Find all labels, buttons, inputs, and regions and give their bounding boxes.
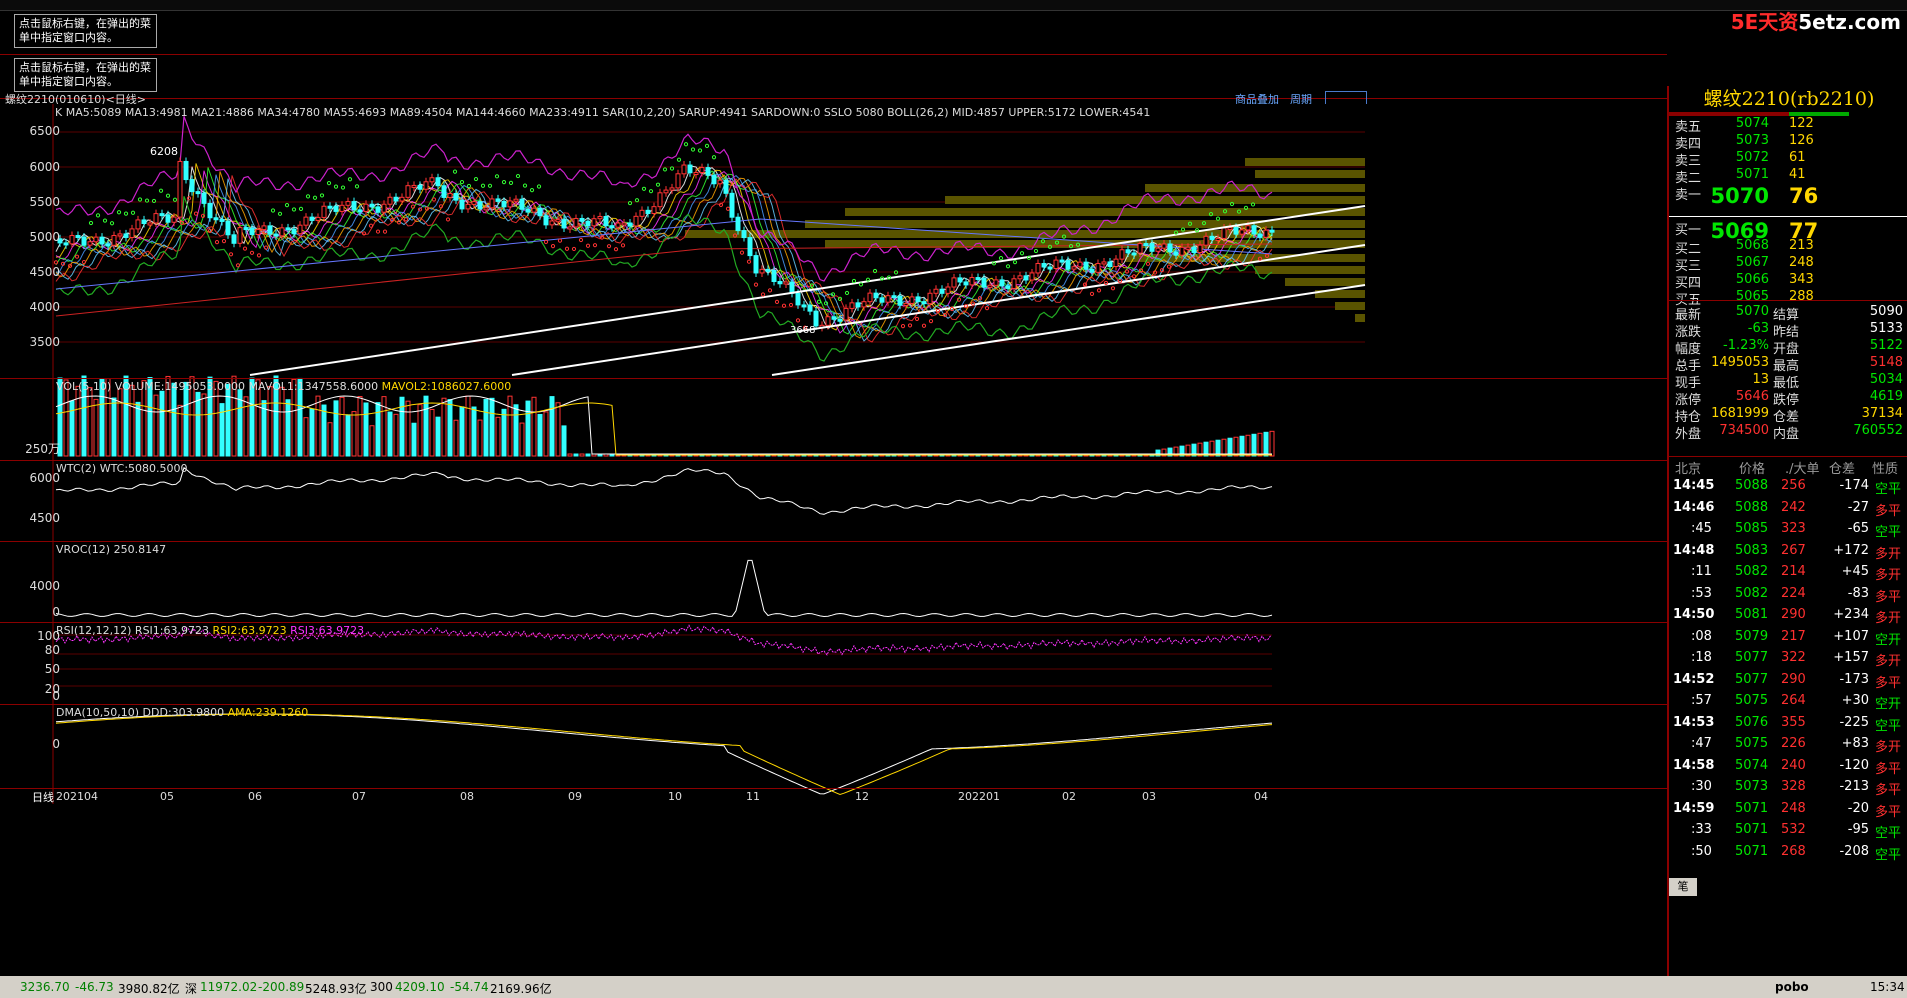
vroc-y1: 4000 bbox=[29, 579, 60, 593]
x-label: 05 bbox=[160, 790, 174, 803]
x-label: 07 bbox=[352, 790, 366, 803]
tick-row: 14:53 5076 355 -225 空平 bbox=[1673, 714, 1902, 734]
tick-row: :33 5071 532 -95 空平 bbox=[1691, 822, 1902, 841]
dma-title: DMA(10,50,10) DDD:303.9800 AMA:239.1260 bbox=[56, 706, 309, 719]
peak-label: 6208 bbox=[150, 145, 178, 158]
tick-row: :53 5082 224 -83 多平 bbox=[1691, 585, 1902, 605]
tick-row: :57 5075 264 +30 空开 bbox=[1691, 693, 1902, 712]
y-5500: 5500 bbox=[29, 195, 60, 209]
tick-row: :50 5071 268 -208 空平 bbox=[1691, 843, 1902, 863]
tick-row: 14:45 5088 256 -174 空平 bbox=[1673, 478, 1902, 497]
period-label[interactable]: 日线 bbox=[32, 789, 54, 805]
tick-row: :11 5082 214 +45 多开 bbox=[1691, 564, 1902, 583]
wtc-y1: 6000 bbox=[29, 471, 60, 485]
top-toolbar bbox=[0, 0, 1907, 11]
tick-row: :18 5077 322 +157 多开 bbox=[1691, 650, 1902, 669]
x-label: 03 bbox=[1142, 790, 1156, 803]
tick-row: 14:59 5071 248 -20 多平 bbox=[1673, 800, 1902, 820]
vol-title: VOL(5,10) VOLUME:1495053.0000 MAVOL1:134… bbox=[56, 380, 512, 393]
tick-row: 14:58 5074 240 -120 多平 bbox=[1673, 757, 1902, 777]
x-label: 02 bbox=[1062, 790, 1076, 803]
y-3500: 3500 bbox=[29, 335, 60, 349]
x-label: 202201 bbox=[958, 790, 1000, 803]
x-label: 09 bbox=[568, 790, 582, 803]
status-bar: 3236.70 -46.73 3980.82亿 深 11972.02 -200.… bbox=[0, 976, 1907, 998]
window-hint-1[interactable]: 点击鼠标右键，在弹出的菜单中指定窗口内容。 bbox=[14, 14, 157, 48]
tick-row: 14:52 5077 290 -173 多平 bbox=[1673, 671, 1902, 691]
tick-row: 14:46 5088 242 -27 多平 bbox=[1673, 499, 1902, 519]
tick-row: :08 5079 217 +107 空开 bbox=[1691, 628, 1902, 648]
quote-title: 螺纹2210(rb2210) bbox=[1703, 88, 1875, 110]
window-hint-2[interactable]: 点击鼠标右键，在弹出的菜单中指定窗口内容。 bbox=[14, 58, 157, 92]
bid-row-1: 买一 5069 77 bbox=[1675, 219, 1819, 243]
vol-ytick: 250万 bbox=[25, 442, 60, 456]
tick-row: :45 5085 323 -65 空平 bbox=[1691, 521, 1902, 540]
vroc-title: VROC(12) 250.8147 bbox=[56, 543, 167, 556]
tick-row: 14:48 5083 267 +172 多开 bbox=[1673, 542, 1902, 562]
x-label: 08 bbox=[460, 790, 474, 803]
y-6500: 6500 bbox=[29, 124, 60, 138]
tick-header: 北京 价格 ./大单 仓差 性质 bbox=[1675, 462, 1899, 477]
rsi-y100: 100 bbox=[37, 629, 60, 643]
ask-row-1: 卖一 5070 76 bbox=[1675, 184, 1819, 208]
tick-row: :47 5075 226 +83 多开 bbox=[1691, 736, 1902, 755]
trough-label: 3668 bbox=[790, 325, 816, 336]
x-label: 06 bbox=[248, 790, 262, 803]
rsi-y0: 0 bbox=[52, 689, 60, 703]
dma-y0: 0 bbox=[52, 737, 60, 751]
vroc-y2: 0 bbox=[52, 605, 60, 619]
rsi-y50: 50 bbox=[44, 662, 60, 676]
wtc-title: WTC(2) WTC:5080.5000 bbox=[56, 462, 188, 475]
tick-row: 14:50 5081 290 +234 多开 bbox=[1673, 607, 1902, 626]
quote-row: 外盘 734500 内盘 760552 bbox=[1675, 423, 1903, 442]
tick-row: :30 5073 328 -213 多平 bbox=[1691, 779, 1902, 798]
rsi-title: RSI(12,12,12) RSI1:63.9723 RSI2:63.9723 … bbox=[56, 624, 365, 637]
y-5000: 5000 bbox=[29, 230, 60, 244]
tick-tab[interactable]: 笔 bbox=[1669, 878, 1697, 896]
y-4000: 4000 bbox=[29, 300, 60, 314]
x-label: 10 bbox=[668, 790, 682, 803]
wtc-y2: 4500 bbox=[29, 511, 60, 525]
rsi-y80: 80 bbox=[44, 643, 60, 657]
y-6000: 6000 bbox=[29, 160, 60, 174]
site-logo: 5E天资5etz.com bbox=[1730, 10, 1901, 34]
x-label: 202104 bbox=[56, 790, 98, 803]
quote-panel: 螺纹2210(rb2210) 卖五 5074 122 卖四 5073 126 卖三 5072 6… bbox=[1667, 86, 1907, 976]
x-label: 04 bbox=[1254, 790, 1268, 803]
x-label: 12 bbox=[855, 790, 869, 803]
window-controls[interactable] bbox=[1325, 91, 1367, 105]
y-4500: 4500 bbox=[29, 265, 60, 279]
indicator-line: K MA5:5089 MA13:4981 MA21:4886 MA34:4780… bbox=[55, 106, 1151, 119]
kline-chart[interactable] bbox=[0, 104, 1667, 804]
x-label: 11 bbox=[746, 790, 760, 803]
